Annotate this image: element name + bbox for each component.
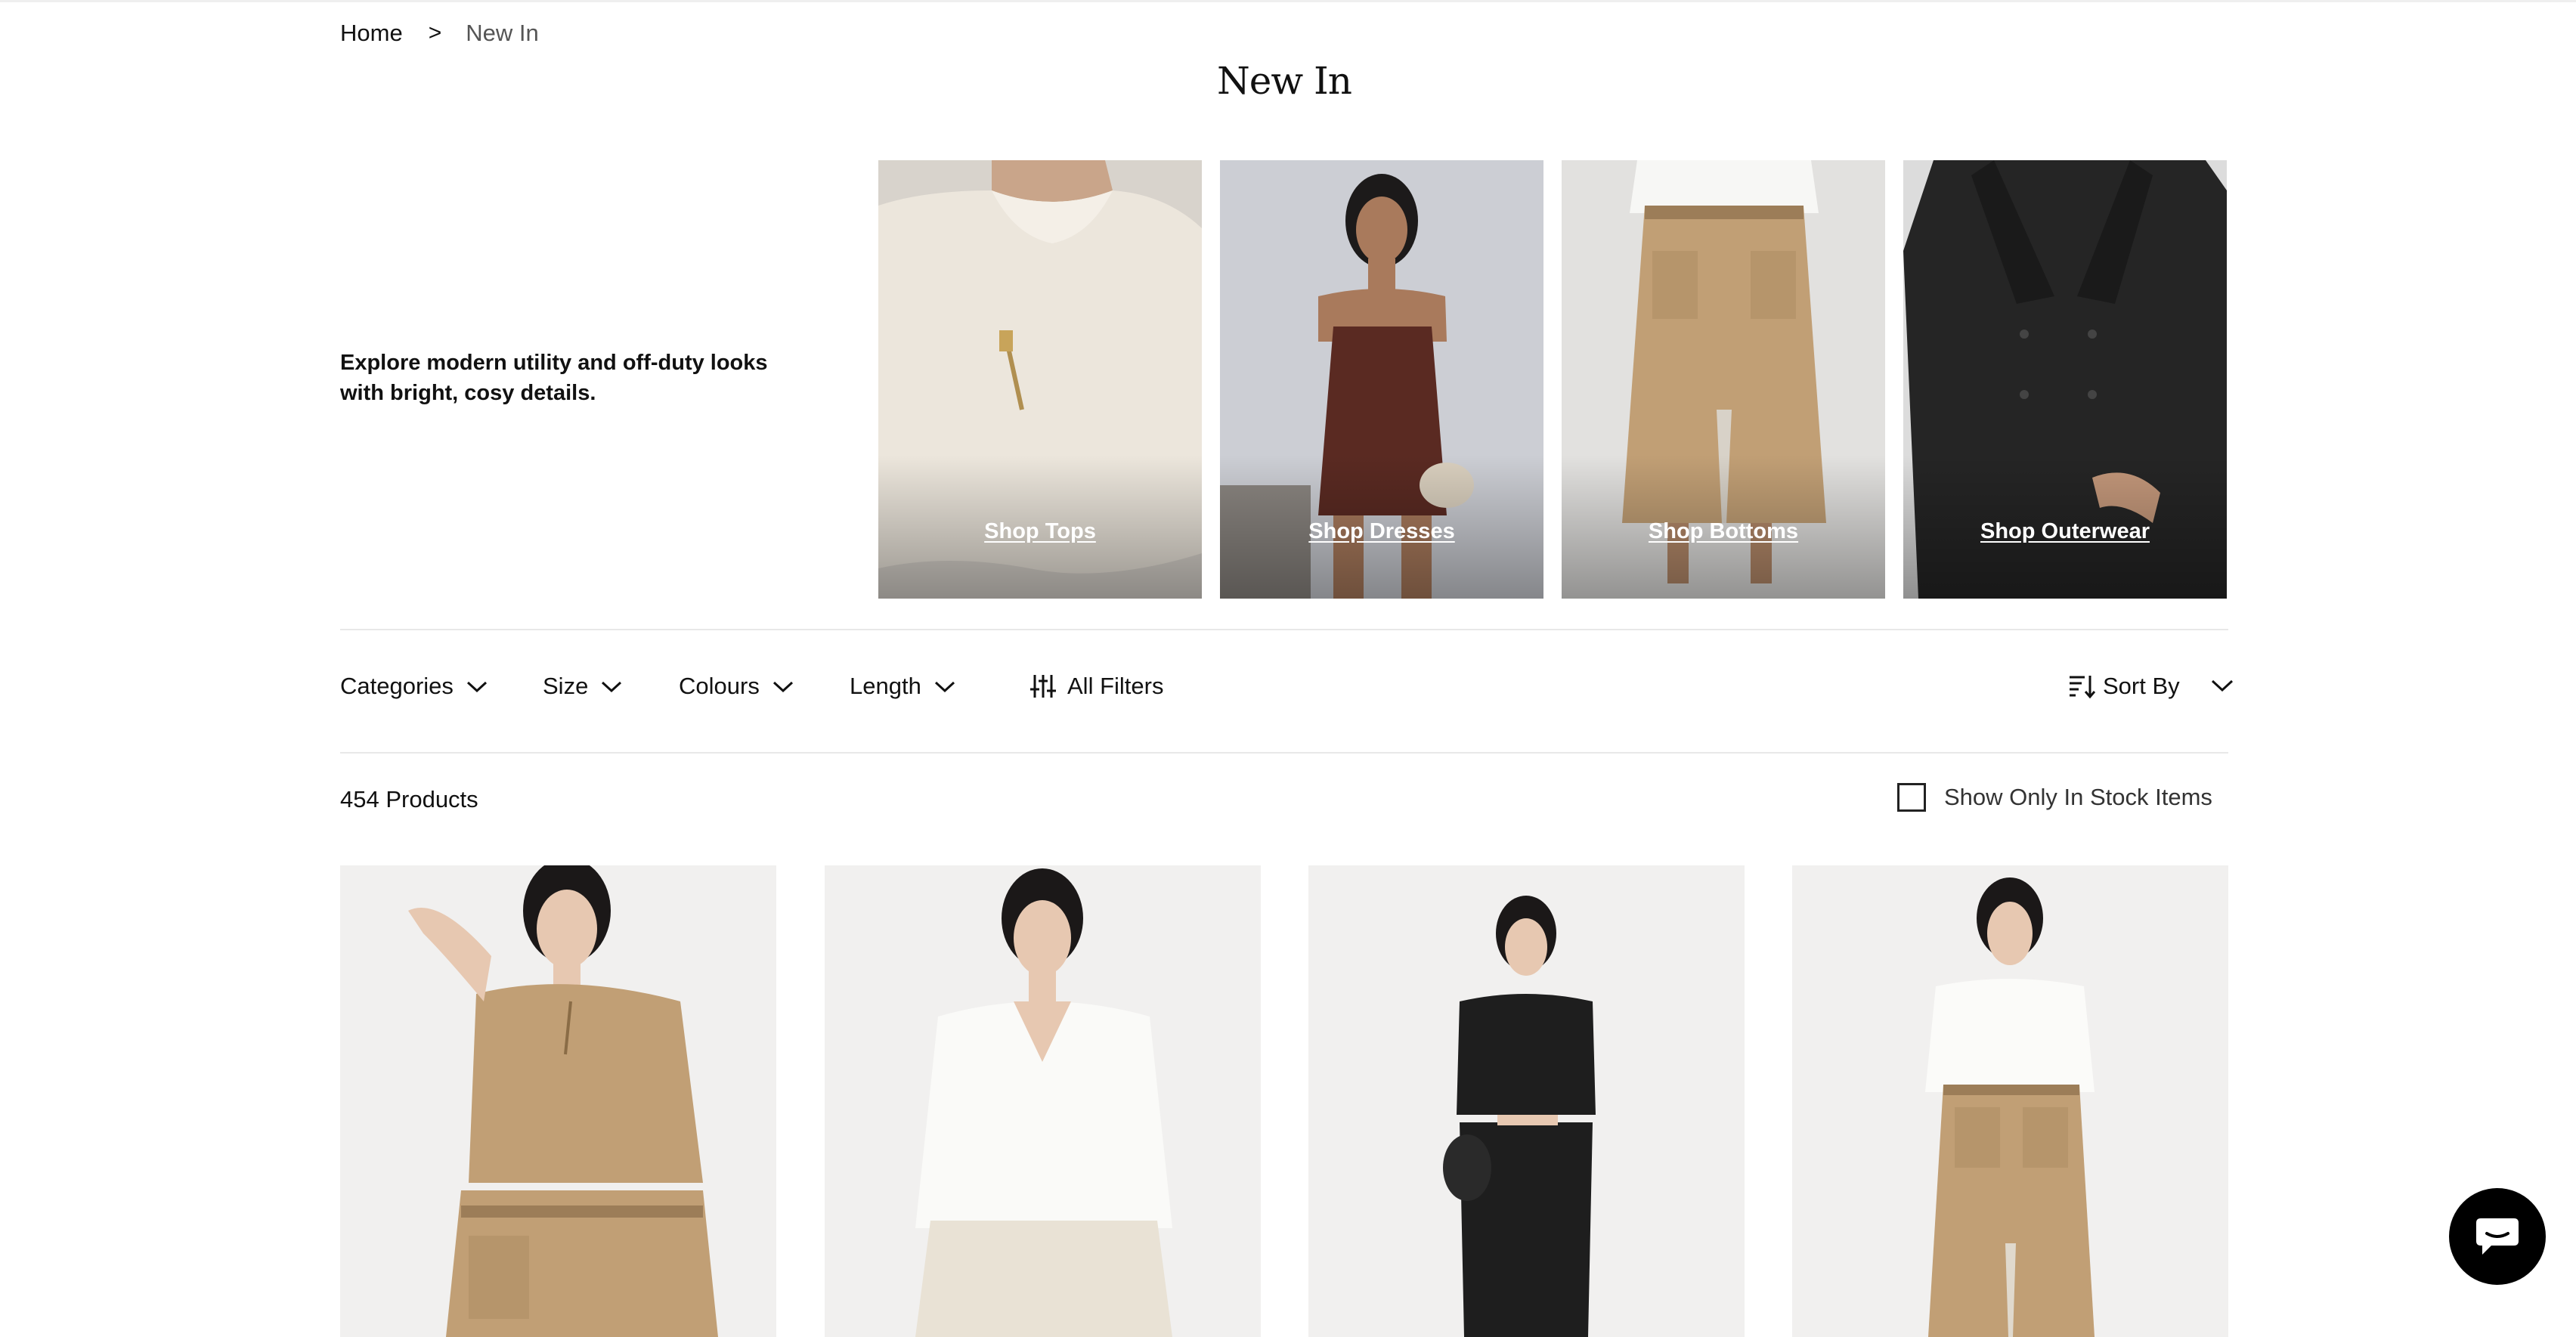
sliders-icon [1030, 675, 1056, 698]
tile-shop-bottoms[interactable]: Shop Bottoms [1562, 160, 1885, 599]
tile-shop-tops[interactable]: Shop Tops [878, 160, 1202, 599]
sort-icon [2070, 676, 2095, 699]
page-title: New In [1217, 59, 1352, 103]
tile-shop-dresses[interactable]: Shop Dresses [1220, 160, 1543, 599]
filter-label: Categories [340, 673, 454, 699]
filter-size[interactable]: Size [543, 670, 623, 703]
divider-top [340, 629, 2228, 630]
product-image [825, 865, 1261, 1337]
in-stock-checkbox[interactable] [1897, 783, 1926, 812]
sort-by-button[interactable]: Sort By [2068, 670, 2180, 703]
product-image [1308, 865, 1745, 1337]
filter-categories[interactable]: Categories [340, 670, 488, 703]
all-filters-label: All Filters [1067, 673, 1164, 699]
product-card[interactable] [340, 865, 776, 1337]
chevron-down-icon [934, 681, 955, 693]
breadcrumb-separator: > [428, 20, 442, 45]
breadcrumb-home-link[interactable]: Home [340, 20, 403, 47]
chevron-down-icon [602, 681, 622, 693]
product-card[interactable] [825, 865, 1261, 1337]
top-border [0, 0, 2576, 2]
product-count: 454 Products [340, 786, 478, 812]
page-intro: Explore modern utility and off-duty look… [340, 351, 768, 405]
chevron-down-icon [466, 681, 487, 693]
tile-label: Shop Bottoms [1648, 519, 1799, 543]
tile-label: Shop Outerwear [1980, 519, 2150, 543]
tile-label: Shop Dresses [1308, 519, 1455, 543]
product-image [1792, 865, 2228, 1337]
tile-label: Shop Tops [984, 519, 1096, 543]
tile-shop-outerwear[interactable]: Shop Outerwear [1903, 160, 2227, 599]
chat-icon [2476, 1218, 2519, 1255]
breadcrumb-current: New In [466, 20, 539, 46]
chat-button[interactable] [2449, 1188, 2546, 1285]
breadcrumb: Home > New In [340, 17, 539, 50]
filter-label: Size [543, 673, 589, 699]
product-image [340, 865, 776, 1337]
in-stock-label: Show Only In Stock Items [1944, 784, 2212, 810]
sort-by-label: Sort By [2103, 673, 2180, 699]
filter-length[interactable]: Length [850, 670, 956, 703]
divider-bottom [340, 752, 2228, 754]
filter-label: Length [850, 673, 921, 699]
product-card[interactable] [1792, 865, 2228, 1337]
product-card[interactable] [1308, 865, 1745, 1337]
filter-label: Colours [679, 673, 760, 699]
filter-colours[interactable]: Colours [679, 670, 794, 703]
in-stock-toggle[interactable]: Show Only In Stock Items [1897, 783, 2212, 812]
all-filters-button[interactable]: All Filters [1029, 670, 1163, 703]
chevron-down-icon[interactable] [2210, 677, 2234, 694]
chevron-down-icon [772, 681, 793, 693]
